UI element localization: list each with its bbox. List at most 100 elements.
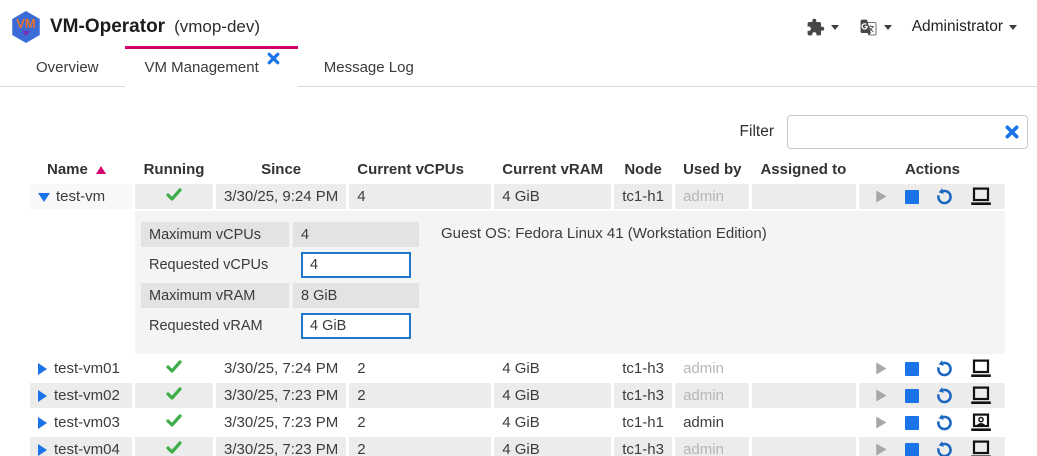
tab-message-log[interactable]: Message Log bbox=[298, 46, 440, 86]
used-by-cell: admin bbox=[675, 410, 749, 435]
vm-name: test-vm02 bbox=[54, 387, 120, 404]
used-by-cell: admin bbox=[675, 383, 749, 408]
running-cell bbox=[135, 383, 213, 408]
check-icon bbox=[165, 187, 183, 202]
start-button[interactable] bbox=[872, 360, 889, 377]
tab-overview[interactable]: Overview bbox=[10, 46, 125, 86]
actions-cell bbox=[859, 356, 1005, 381]
vm-name-cell[interactable]: test-vm03 bbox=[30, 410, 132, 435]
reset-button[interactable] bbox=[935, 413, 954, 432]
play-icon bbox=[872, 414, 889, 431]
start-button[interactable] bbox=[872, 414, 889, 431]
used-by-cell: admin bbox=[675, 437, 749, 456]
stop-icon bbox=[905, 443, 919, 456]
property-label: Requested vCPUs bbox=[141, 250, 289, 280]
property-row: Requested vRAM bbox=[141, 311, 419, 341]
start-button[interactable] bbox=[872, 387, 889, 404]
collapse-icon[interactable] bbox=[38, 193, 50, 202]
check-icon bbox=[165, 359, 183, 374]
stop-button[interactable] bbox=[905, 389, 919, 403]
column-header-node[interactable]: Node bbox=[614, 156, 672, 182]
assigned-to-cell bbox=[752, 437, 856, 456]
column-header-vcpus[interactable]: Current vCPUs bbox=[349, 156, 491, 182]
start-button[interactable] bbox=[872, 188, 889, 205]
stop-button[interactable] bbox=[905, 416, 919, 430]
vm-name: test-vm01 bbox=[54, 360, 120, 377]
console-button[interactable] bbox=[970, 386, 992, 405]
stop-button[interactable] bbox=[905, 443, 919, 456]
header-menus: Administrator bbox=[800, 14, 1023, 41]
expand-icon[interactable] bbox=[38, 390, 47, 402]
detail-row: Maximum vCPUs 4 Requested vCPUs Maximum … bbox=[30, 211, 1005, 354]
table-row: test-vm03 3/30/25, 7:23 PM 2 4 GiB tc1-h… bbox=[30, 410, 1005, 435]
since-cell: 3/30/25, 7:23 PM bbox=[216, 410, 346, 435]
tab-vm-management[interactable]: VM Management bbox=[125, 46, 298, 87]
expand-icon[interactable] bbox=[38, 363, 47, 375]
vm-name-cell[interactable]: test-vm02 bbox=[30, 383, 132, 408]
chevron-down-icon bbox=[1009, 25, 1017, 30]
vram-cell: 4 GiB bbox=[494, 410, 611, 435]
stop-icon bbox=[905, 389, 919, 403]
reset-button[interactable] bbox=[935, 386, 954, 405]
clear-filter-button[interactable] bbox=[1005, 125, 1019, 139]
table-row: test-vm 3/30/25, 9:24 PM 4 4 GiB tc1-h1 … bbox=[30, 184, 1005, 209]
puzzle-icon bbox=[806, 18, 825, 37]
close-icon bbox=[1005, 125, 1019, 139]
start-button[interactable] bbox=[872, 441, 889, 456]
vm-name-cell[interactable]: test-vm bbox=[30, 184, 132, 209]
check-icon bbox=[165, 440, 183, 455]
chevron-down-icon bbox=[831, 25, 839, 30]
user-menu-button[interactable]: Administrator bbox=[906, 14, 1023, 40]
play-icon bbox=[872, 441, 889, 456]
expand-icon[interactable] bbox=[38, 444, 47, 456]
console-in-use-button[interactable] bbox=[970, 413, 992, 432]
table-row: test-vm04 3/30/25, 7:23 PM 2 4 GiB tc1-h… bbox=[30, 437, 1005, 456]
column-header-used-by[interactable]: Used by bbox=[675, 156, 749, 182]
column-header-vram[interactable]: Current vRAM bbox=[494, 156, 611, 182]
column-header-name[interactable]: Name bbox=[30, 156, 132, 182]
close-tab-button[interactable] bbox=[267, 52, 280, 65]
logo-text: VM bbox=[16, 18, 36, 30]
stop-button[interactable] bbox=[905, 190, 919, 204]
requested-vram-input[interactable] bbox=[301, 313, 411, 339]
vm-table: Name Running Since Current vCPUs Current… bbox=[27, 154, 1008, 456]
expand-icon[interactable] bbox=[38, 417, 47, 429]
console-button[interactable] bbox=[970, 359, 992, 378]
since-cell: 3/30/25, 7:23 PM bbox=[216, 437, 346, 456]
language-menu-button[interactable] bbox=[853, 14, 898, 41]
logo-caret bbox=[22, 31, 30, 36]
assigned-to-cell bbox=[752, 356, 856, 381]
console-button[interactable] bbox=[970, 440, 992, 456]
reset-button[interactable] bbox=[935, 440, 954, 456]
console-button[interactable] bbox=[970, 187, 992, 206]
stop-icon bbox=[905, 190, 919, 204]
reset-icon bbox=[935, 187, 954, 206]
play-icon bbox=[872, 360, 889, 377]
vm-name: test-vm03 bbox=[54, 414, 120, 431]
column-header-running[interactable]: Running bbox=[135, 156, 213, 182]
vm-name-cell[interactable]: test-vm01 bbox=[30, 356, 132, 381]
node-cell: tc1-h3 bbox=[614, 383, 672, 408]
property-row: Requested vCPUs bbox=[141, 250, 419, 280]
components-menu-button[interactable] bbox=[800, 14, 845, 41]
column-header-assigned-to[interactable]: Assigned to bbox=[752, 156, 856, 182]
vm-name-cell[interactable]: test-vm04 bbox=[30, 437, 132, 456]
used-by-cell: admin bbox=[675, 356, 749, 381]
reset-button[interactable] bbox=[935, 187, 954, 206]
since-cell: 3/30/25, 9:24 PM bbox=[216, 184, 346, 209]
filter-box bbox=[787, 115, 1028, 149]
filter-input[interactable] bbox=[787, 115, 1028, 149]
translate-icon bbox=[859, 18, 878, 37]
actions-cell bbox=[859, 383, 1005, 408]
property-value: 8 GiB bbox=[293, 283, 419, 308]
requested-vcpus-input[interactable] bbox=[301, 252, 411, 278]
stop-icon bbox=[905, 416, 919, 430]
stop-button[interactable] bbox=[905, 362, 919, 376]
vm-name: test-vm04 bbox=[54, 441, 120, 456]
reset-button[interactable] bbox=[935, 359, 954, 378]
vcpus-cell: 2 bbox=[349, 437, 491, 456]
console-icon bbox=[970, 359, 992, 378]
play-icon bbox=[872, 387, 889, 404]
column-header-since[interactable]: Since bbox=[216, 156, 346, 182]
check-icon bbox=[165, 413, 183, 428]
